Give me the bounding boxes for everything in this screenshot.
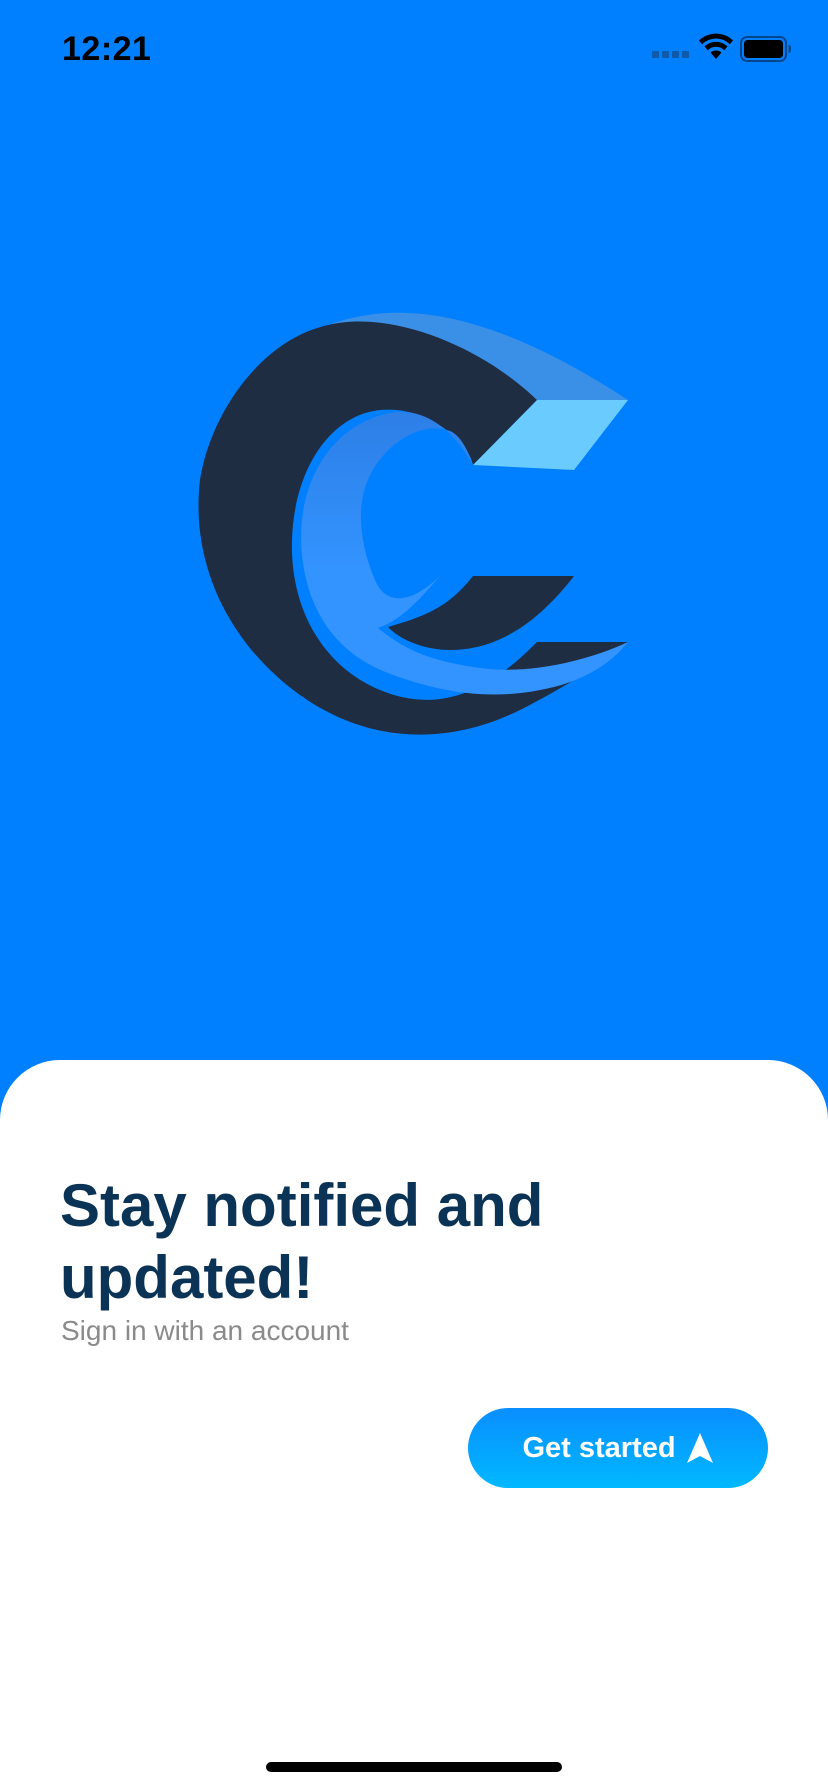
welcome-screen: 12:21 Stay notified and updated! Sign in… xyxy=(0,0,828,1792)
page-title: Stay notified and updated! xyxy=(60,1172,544,1311)
status-time: 12:21 xyxy=(62,30,152,68)
cellular-signal-icon xyxy=(652,51,690,59)
battery-icon xyxy=(740,36,791,62)
wifi-icon xyxy=(699,33,733,59)
home-indicator[interactable] xyxy=(266,1762,562,1772)
welcome-card: Stay notified and updated! Sign in with … xyxy=(0,1060,828,1792)
get-started-button[interactable]: Get started xyxy=(468,1408,768,1488)
get-started-label: Get started xyxy=(522,1431,676,1464)
navigation-arrow-icon xyxy=(686,1433,713,1463)
subtitle: Sign in with an account xyxy=(61,1315,349,1346)
status-bar: 12:21 xyxy=(0,0,828,100)
c-logo-icon xyxy=(198,312,628,735)
